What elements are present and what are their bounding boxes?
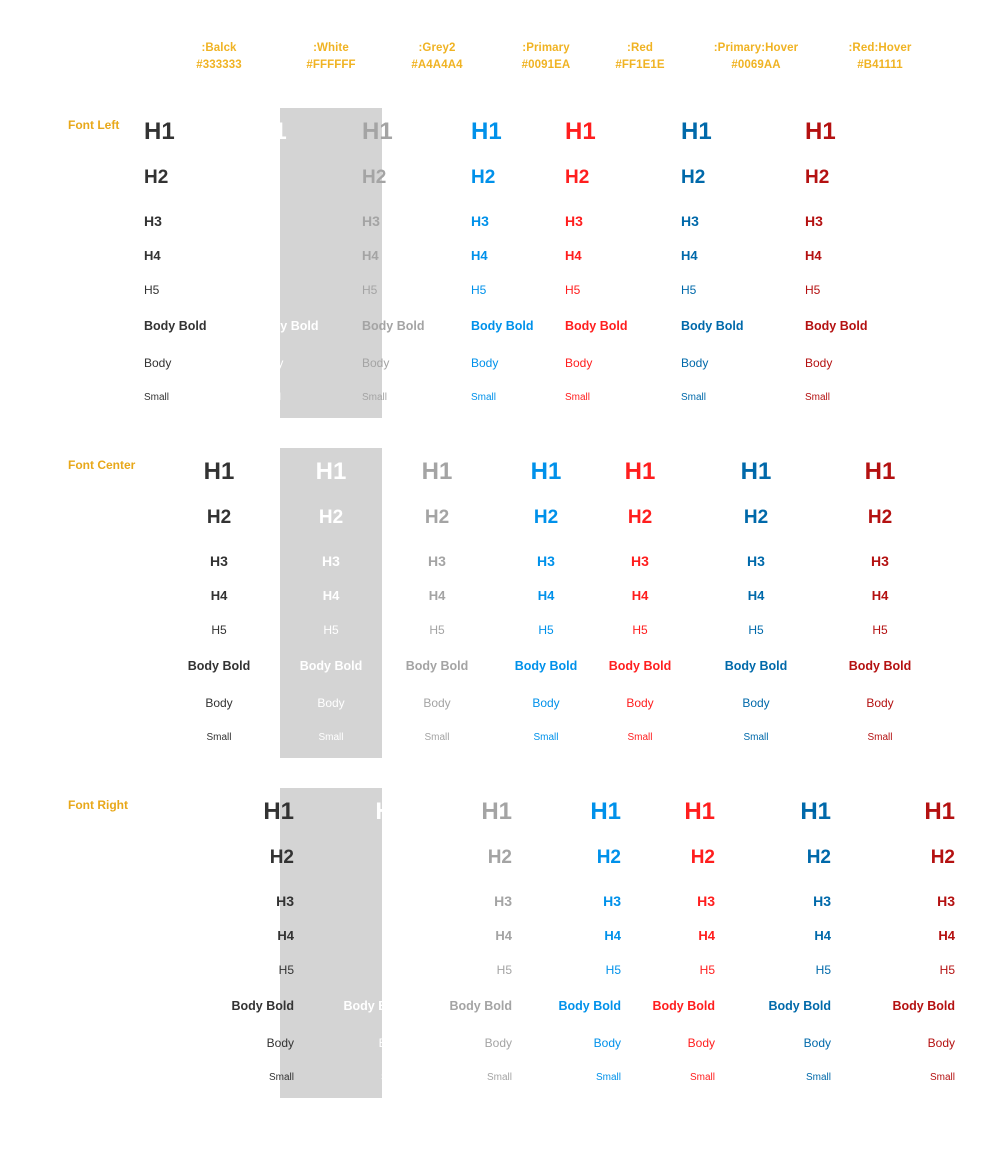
type-specimen: H3: [871, 553, 889, 569]
type-specimen: H2: [867, 507, 893, 528]
type-specimen: H2: [805, 167, 830, 188]
type-specimen: Body Bold: [848, 659, 912, 673]
type-specimen: H2: [930, 847, 955, 868]
color-column-header-row: :Balck #333333:White #FFFFFF:Grey2 #A4A4A4:…: [0, 40, 1000, 80]
type-specimen: Body: [866, 696, 894, 710]
type-specimen-column: H1 H2 H3 H4 H5 Body Bold Body Small: [805, 788, 956, 1098]
color-column-hex: #B41111: [857, 59, 903, 71]
type-specimen: H4: [805, 248, 822, 263]
section-row-label: Font Left: [68, 118, 120, 132]
type-specimen: H1: [924, 798, 955, 825]
type-specimen: H4: [871, 588, 889, 603]
type-specimen: H4: [938, 928, 955, 943]
type-specimen: H3: [805, 213, 823, 229]
type-specimen: Body Bold: [892, 999, 956, 1013]
color-column-header: :Red:Hover #B41111: [790, 40, 970, 74]
type-specimen: H1: [864, 458, 896, 485]
type-specimen-column: H1 H2 H3 H4 H5 Body Bold Body Small: [805, 108, 955, 418]
type-specimen: H3: [937, 893, 955, 909]
type-specimen: Small: [805, 392, 831, 403]
type-specimen-column: H1 H2 H3 H4 H5 Body Bold Body Small: [805, 448, 955, 758]
type-specimen: H5: [939, 963, 955, 977]
color-column-name: :Red:Hover: [848, 42, 912, 54]
type-specimen: Body: [805, 356, 833, 370]
type-specimen: H5: [872, 623, 888, 637]
type-specimen: Body: [927, 1036, 955, 1050]
section-row-label: Font Right: [68, 798, 128, 812]
type-specimen: Small: [929, 1072, 955, 1083]
typography-style-guide: :Balck #333333:White #FFFFFF:Grey2 #A4A4A4:…: [0, 0, 1000, 1163]
type-specimen: Small: [867, 732, 893, 743]
section-row-label: Font Center: [68, 458, 136, 472]
type-specimen: H1: [805, 118, 836, 145]
type-specimen: Body Bold: [805, 319, 868, 333]
type-specimen: H5: [805, 283, 821, 297]
